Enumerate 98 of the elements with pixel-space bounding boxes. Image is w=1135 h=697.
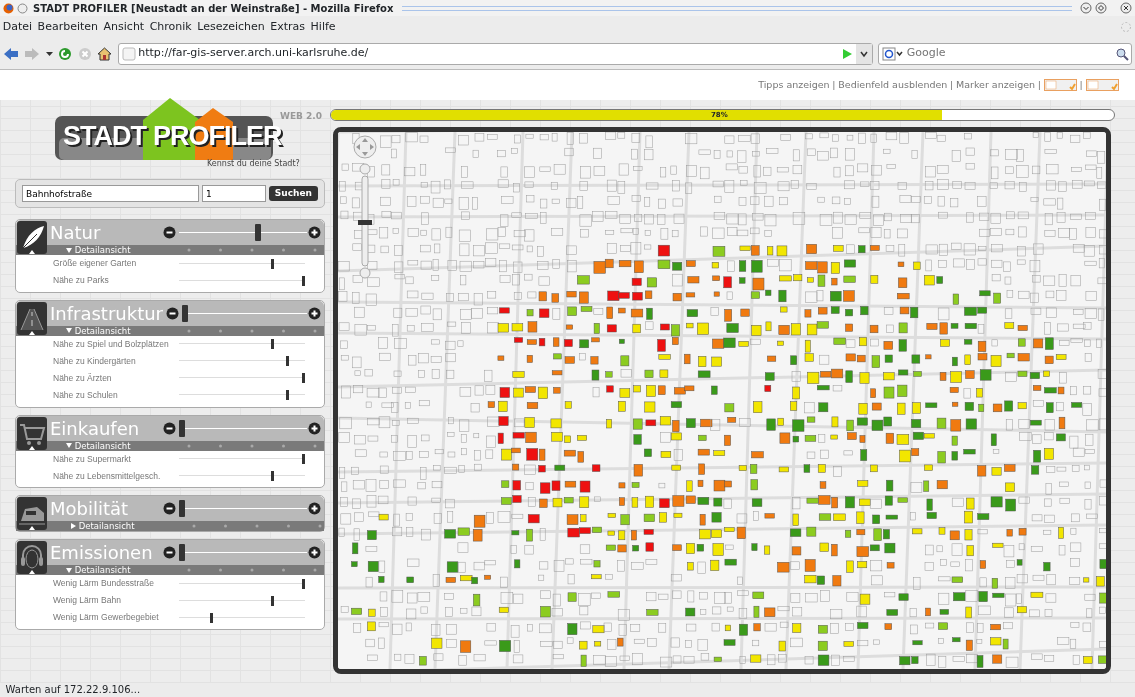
scale-ticks-icon [187,568,317,573]
header-link[interactable]: Bedienfeld ausblenden [838,77,948,93]
menu-item[interactable]: Datei [2,18,33,36]
link-separator: | [1037,77,1042,92]
menu-item[interactable]: Ansicht [103,18,145,36]
reload-icon[interactable] [58,46,73,61]
slider-thumb[interactable] [286,390,289,401]
expand-caret-icon[interactable] [66,567,72,573]
header-link[interactable]: Marker anzeigen [956,77,1036,93]
slider-thumb[interactable] [271,339,275,350]
expand-caret-icon[interactable] [66,328,72,334]
minimize-icon[interactable] [1079,2,1092,14]
site-identity-icon [121,46,136,61]
scale-ticks-icon [187,443,317,448]
link-separator: | [950,77,954,92]
menu-item[interactable]: Hilfe [310,18,336,36]
toggle-label: Detailansicht [74,245,131,255]
category-title: Emissionen [50,541,154,566]
category-title: Infrastruktur [50,301,164,326]
dropdown-caret-icon[interactable] [45,50,53,57]
category-title: Natur [50,221,102,245]
home-icon[interactable] [97,46,113,61]
firefox-logo-icon [2,2,14,14]
search-icon[interactable] [1114,46,1129,61]
slider-thumb[interactable] [271,258,275,269]
scale-ticks-icon [187,328,317,333]
minus-icon[interactable] [162,226,176,239]
window-title: STADT PROFILER [Neustadt an der Weinstraße] - Mozilla Firefox [33,1,394,16]
plus-icon[interactable] [308,226,322,239]
header-link[interactable]: Tipps anzeigen [758,77,830,93]
maximize-icon[interactable] [1094,2,1107,14]
close-icon[interactable] [1120,2,1133,14]
criterion-label: Nähe zu Ärzten [53,371,113,385]
slider-thumb[interactable] [302,578,305,589]
back-arrow-icon[interactable] [2,46,19,61]
logo-tagline: Kennst du deine Stadt? [207,158,300,170]
toggle-label: Detailansicht [74,565,131,576]
slider-thumb[interactable] [302,275,305,286]
minus-icon[interactable] [162,421,176,435]
status-text: Warten auf 172.22.9.106... [5,683,141,697]
slider-thumb[interactable] [286,356,289,367]
loading-spinner-icon [1120,21,1133,33]
plus-icon[interactable] [308,502,322,516]
criterion-label: Wenig Lärm Bundesstraße [53,577,155,591]
minus-icon[interactable] [162,546,176,560]
plus-icon[interactable] [308,421,322,435]
zoom-slider-icon[interactable] [358,163,372,278]
criterion-label: Wenig Lärm Bahn [53,594,122,608]
link-separator: | [832,77,836,92]
criterion-label: Nähe zu Parks [53,274,110,287]
criterion-label: Wenig Lärm Gewerbegebiet [53,611,160,625]
expand-caret-icon[interactable] [66,247,72,253]
criterion-label: Nähe zu Kindergärten [53,354,137,368]
expand-caret-icon[interactable] [66,443,72,448]
address-bar[interactable]: http://far-gis-server.arch.uni-karlsruhe.de/ [117,42,873,65]
weight-slider[interactable] [178,500,308,518]
minus-icon[interactable] [165,306,179,320]
menu-item[interactable]: Lesezeichen [197,18,265,36]
street-input[interactable]: Bahnhofstraße [22,185,200,202]
slider-thumb[interactable] [271,471,275,481]
toggle-label: Detailansicht [78,521,135,532]
scale-ticks-icon [192,524,322,529]
slider-thumb[interactable] [178,544,185,562]
expand-caret-icon[interactable] [71,523,76,530]
criterion-label: Nähe zu Lebensmittelgesch. [53,469,162,483]
slider-thumb[interactable] [302,373,305,384]
slider-thumb[interactable] [209,612,213,623]
category-title: Mobilität [50,497,130,522]
criterion-label: Nähe zu Supermarkt [53,452,132,466]
plus-icon[interactable] [308,546,322,560]
slider-thumb[interactable] [181,304,188,322]
criterion-label: Größe eigener Garten [53,257,138,270]
slider-thumb[interactable] [178,419,185,437]
house-number-input[interactable]: 1 [202,185,267,202]
toggle-label: Detailansicht [74,325,131,336]
weight-slider[interactable] [181,304,308,322]
link-separator: | [1079,77,1083,92]
criterion-label: Nähe zu Spiel und Bolzplätzen [53,337,170,351]
dropdown-caret-icon[interactable] [855,43,872,64]
slider-thumb[interactable] [254,224,261,241]
menu-item[interactable]: Chronik [149,18,192,36]
plus-icon[interactable] [308,306,322,320]
toggle-label: Detailansicht [74,440,131,451]
search-field[interactable]: Google [878,42,1133,65]
category-title: Einkaufen [50,416,141,441]
menu-item[interactable]: Bearbeiten [37,18,99,36]
minus-icon[interactable] [162,502,176,516]
slider-thumb[interactable] [271,595,275,606]
weight-slider[interactable] [178,544,308,562]
address-text: http://far-gis-server.arch.uni-karlsruhe.de/ [138,45,370,62]
search-button[interactable]: Suchen [268,185,318,202]
weight-slider[interactable] [178,419,308,437]
criterion-label: Nähe zu Schulen [53,388,119,402]
slider-thumb[interactable] [302,454,305,464]
menu-item[interactable]: Extras [270,18,306,36]
pan-control-icon[interactable] [353,135,377,158]
web-label: WEB 2.0 [280,110,322,123]
slider-thumb[interactable] [178,500,185,518]
